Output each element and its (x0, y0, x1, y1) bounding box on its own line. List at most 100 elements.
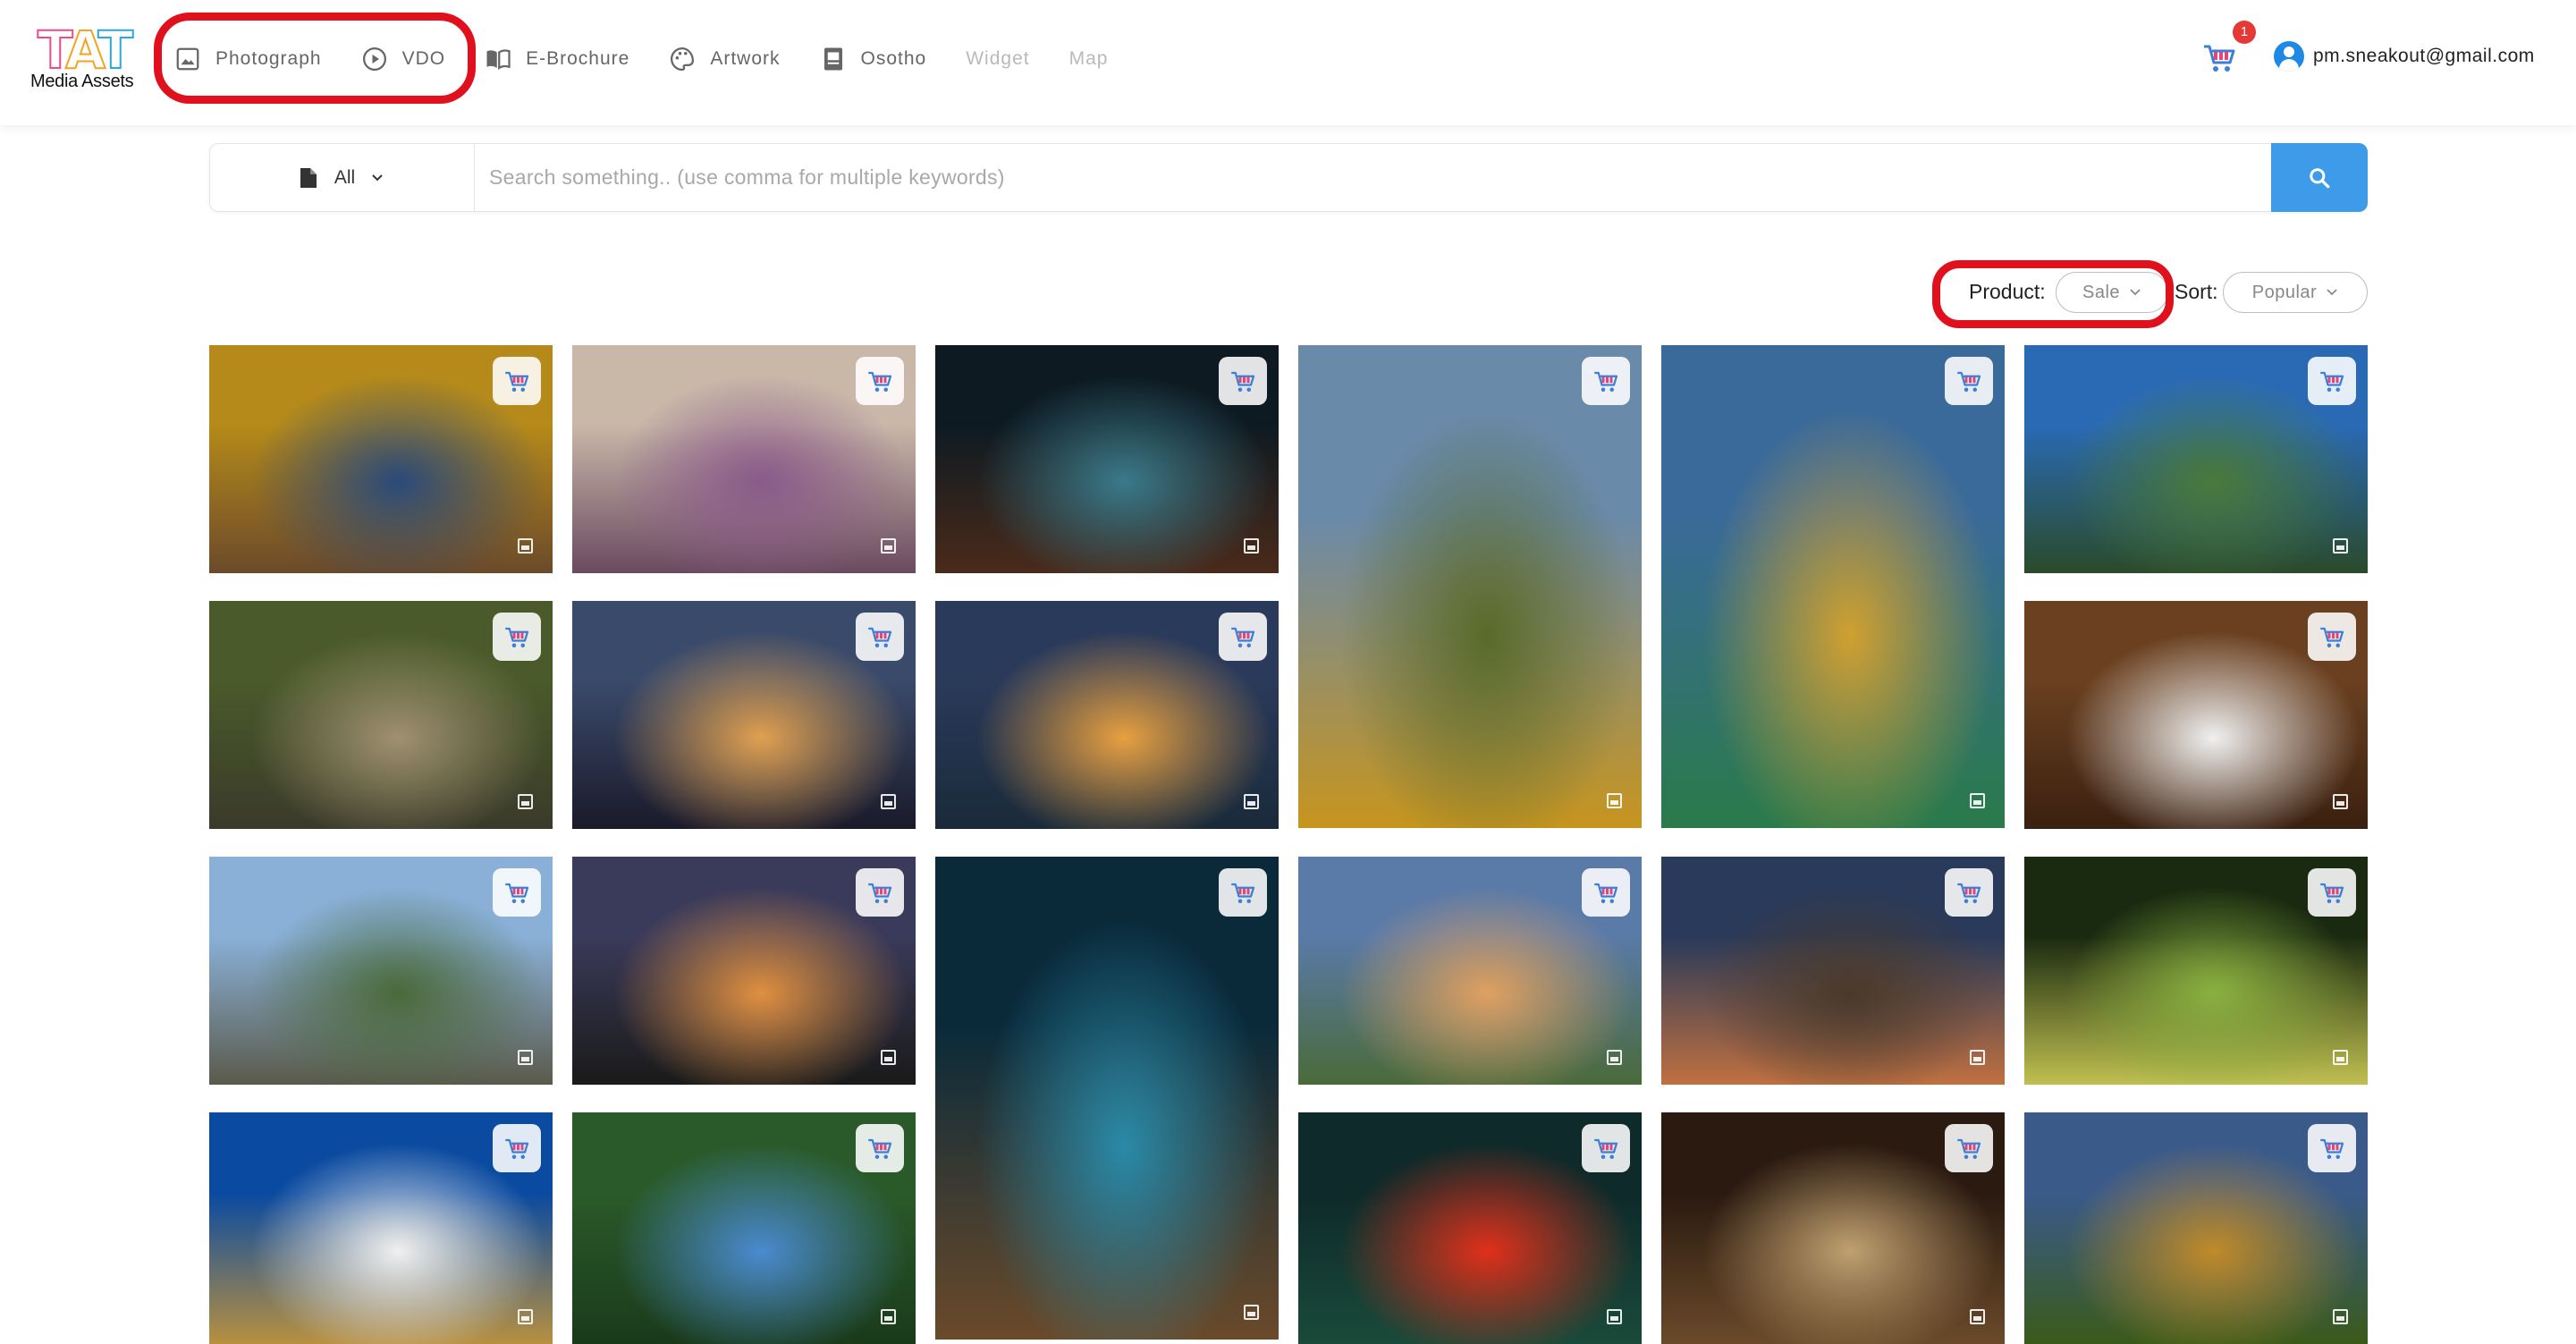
gallery-tile-tree-canopy[interactable] (572, 1112, 916, 1344)
add-to-cart-button[interactable] (493, 868, 541, 917)
photo-thumbnail[interactable] (1298, 345, 1642, 828)
gallery-tile-rock-formations[interactable] (1661, 857, 2005, 1085)
image-type-icon (881, 538, 896, 554)
image-type-icon (1607, 1309, 1622, 1324)
annotation-highlight-product (1932, 260, 2174, 328)
cart-icon (868, 371, 892, 392)
cart-icon (1594, 1138, 1618, 1159)
gallery-tile-offering-figures[interactable] (1661, 345, 2005, 828)
chevron-down-icon (2327, 289, 2337, 296)
gallery-tile-golden-chedi-trees[interactable] (2024, 1112, 2368, 1344)
gallery-tile-mountain-sunset[interactable] (572, 857, 916, 1085)
nav-item-osotho[interactable]: Osotho (820, 39, 927, 79)
add-to-cart-button[interactable] (493, 357, 541, 405)
cart-icon (1957, 883, 1981, 903)
book-open-icon (485, 46, 511, 72)
tat-logo[interactable]: TAT Media Assets (30, 20, 147, 95)
gallery-tile-couple-viewpoint[interactable] (1298, 857, 1642, 1085)
search-button[interactable] (2271, 143, 2368, 212)
add-to-cart-button[interactable] (856, 613, 904, 661)
gallery-tile-sunset-clouds[interactable] (935, 601, 1279, 829)
id-card-icon (820, 46, 847, 72)
sort-label: Sort: (2175, 280, 2218, 303)
cart-icon (1957, 371, 1981, 392)
cart-icon (2320, 1138, 2344, 1159)
sort-value: Popular (2251, 282, 2318, 302)
gallery-tile-lady-slipper-orchid[interactable] (2024, 857, 2368, 1085)
add-to-cart-button[interactable] (856, 357, 904, 405)
image-type-icon (1244, 794, 1259, 809)
add-to-cart-button[interactable] (1219, 868, 1267, 917)
add-to-cart-button[interactable] (493, 613, 541, 661)
gallery-tile-ancient-chedi[interactable] (1298, 345, 1642, 828)
sort-dropdown[interactable]: Popular (2223, 272, 2368, 313)
photo-thumbnail[interactable] (1661, 345, 2005, 828)
gallery-tile-sunset-woman[interactable] (572, 601, 916, 829)
annotation-highlight-nav (154, 13, 476, 104)
add-to-cart-button[interactable] (2308, 1124, 2356, 1172)
nav-item-map[interactable]: Map (1069, 39, 1109, 79)
add-to-cart-button[interactable] (1582, 868, 1630, 917)
gallery-tile-white-pagoda[interactable] (209, 1112, 553, 1344)
image-type-icon (1244, 538, 1259, 554)
gallery-tile-glass-exhibit[interactable] (935, 857, 1279, 1340)
palette-icon (669, 46, 696, 72)
image-type-icon (1970, 1050, 1985, 1065)
chevron-down-icon (372, 173, 383, 181)
gallery-tile-latte-art[interactable] (2024, 601, 2368, 829)
image-type-icon (881, 794, 896, 809)
add-to-cart-button[interactable] (1945, 868, 1993, 917)
nav-label: Map (1068, 48, 1109, 69)
gallery-tile-gold-leaf-basket[interactable] (209, 345, 553, 573)
cart-icon (868, 883, 892, 903)
logo-mark: TAT (37, 20, 134, 80)
cart-icon (2320, 627, 2344, 647)
add-to-cart-button[interactable] (2308, 868, 2356, 917)
gallery-tile-temple-hall[interactable] (1661, 1112, 2005, 1344)
image-type-icon (518, 1050, 533, 1065)
gallery-tile-red-flower[interactable] (1298, 1112, 1642, 1344)
add-to-cart-button[interactable] (1582, 1124, 1630, 1172)
search-icon (2310, 167, 2330, 188)
search-input[interactable] (489, 144, 2009, 211)
nav-item-e-brochure[interactable]: E-Brochure (485, 39, 629, 79)
cart-icon (1231, 371, 1255, 392)
add-to-cart-button[interactable] (1219, 357, 1267, 405)
add-to-cart-button[interactable] (493, 1124, 541, 1172)
nav-label: E-Brochure (526, 48, 630, 69)
gallery-tile-pressed-leaves-fabric[interactable] (572, 345, 916, 573)
image-type-icon (1970, 1309, 1985, 1324)
photo-thumbnail[interactable] (935, 857, 1279, 1340)
image-type-icon (518, 794, 533, 809)
cart-icon (505, 1138, 529, 1159)
nav-item-artwork[interactable]: Artwork (669, 39, 780, 79)
add-to-cart-button[interactable] (2308, 613, 2356, 661)
image-type-icon (518, 538, 533, 554)
image-type-icon (518, 1309, 533, 1324)
add-to-cart-button[interactable] (856, 1124, 904, 1172)
image-type-icon (2333, 1050, 2348, 1065)
gallery-tile-waterfall-cave[interactable] (209, 601, 553, 829)
nav-item-widget[interactable]: Widget (966, 39, 1029, 79)
image-type-icon (1607, 793, 1622, 808)
gallery-tile-museum-diorama[interactable] (935, 345, 1279, 573)
search-bar: All (209, 143, 2368, 212)
add-to-cart-button[interactable] (2308, 357, 2356, 405)
user-menu[interactable]: pm.sneakout@gmail.com (2274, 41, 2535, 72)
add-to-cart-button[interactable] (856, 868, 904, 917)
gallery-tile-elephants[interactable] (209, 857, 553, 1085)
add-to-cart-button[interactable] (1945, 357, 1993, 405)
add-to-cart-button[interactable] (1219, 613, 1267, 661)
image-type-icon (2333, 1309, 2348, 1324)
cart-icon (1957, 1138, 1981, 1159)
add-to-cart-button[interactable] (1945, 1124, 1993, 1172)
image-type-icon (881, 1050, 896, 1065)
cart-icon (505, 371, 529, 392)
cart-icon (868, 627, 892, 647)
cart-icon[interactable] (2201, 39, 2237, 75)
gallery-tile-forest-landscape[interactable] (2024, 345, 2368, 573)
search-type-dropdown[interactable]: All (210, 144, 475, 211)
cart-icon (2320, 371, 2344, 392)
add-to-cart-button[interactable] (1582, 357, 1630, 405)
cart-icon (2320, 883, 2344, 903)
